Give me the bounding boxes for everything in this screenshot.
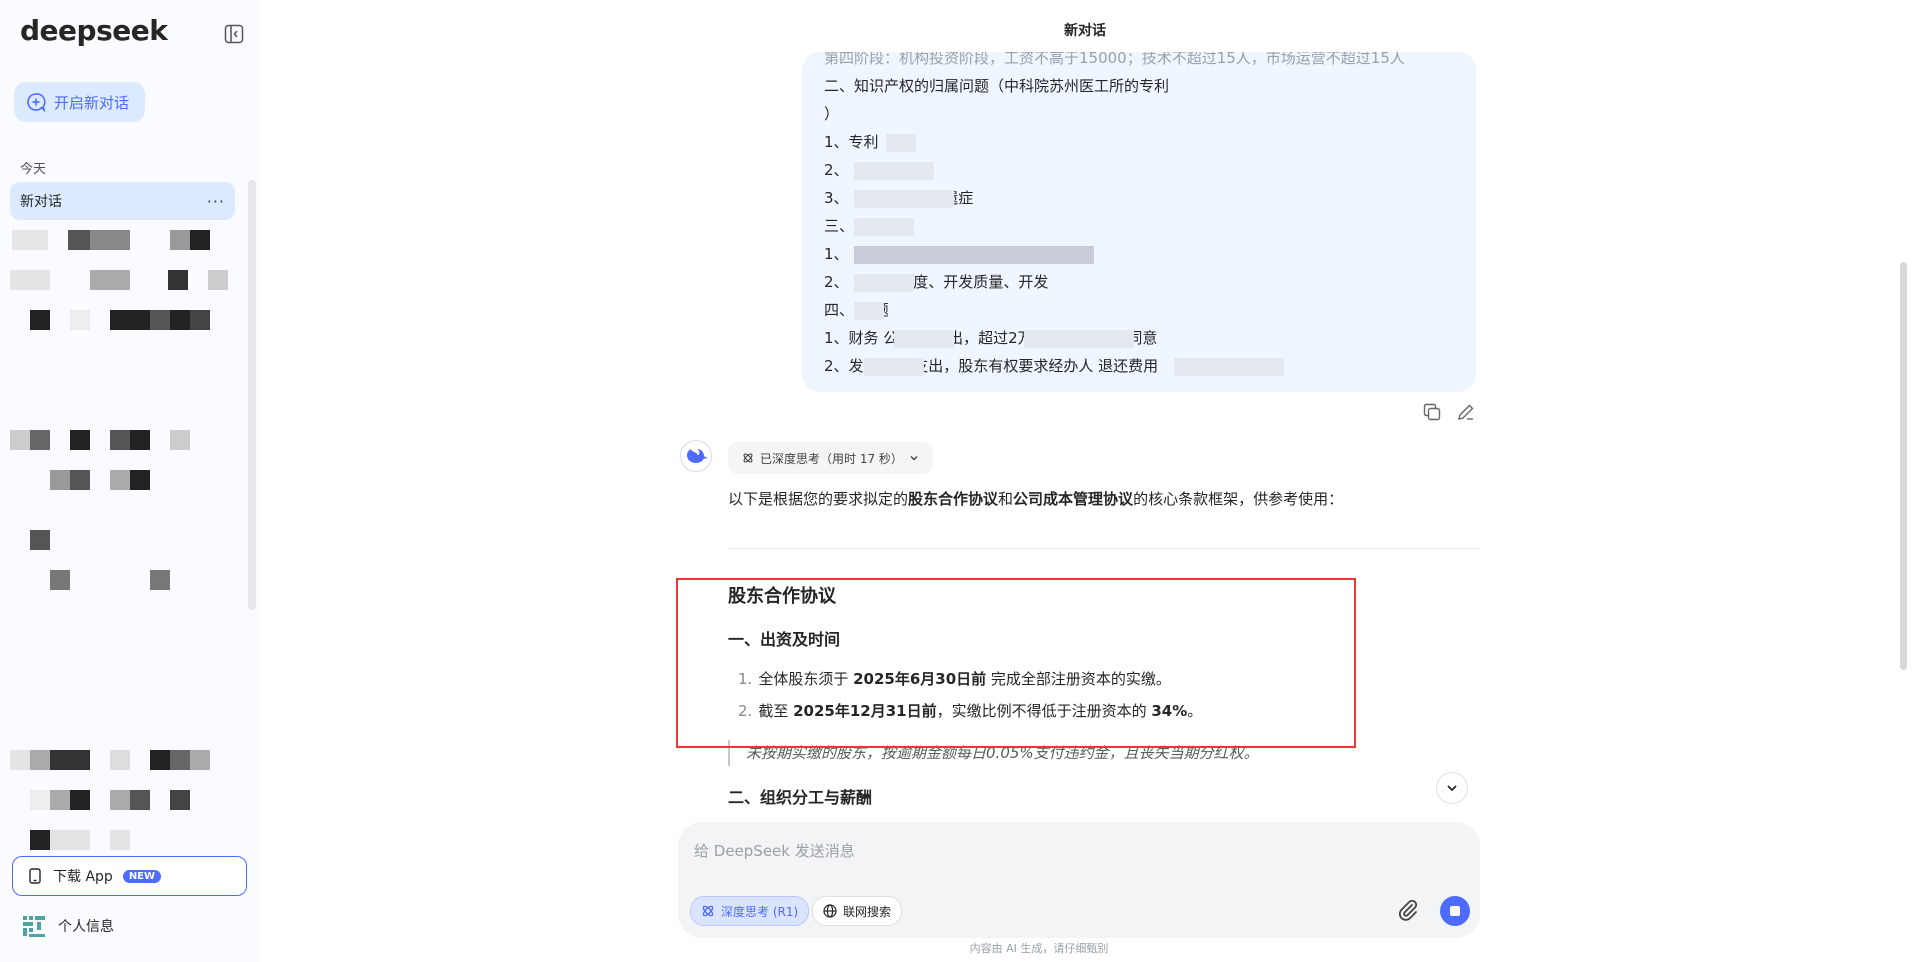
user-message-line: 二、知识产权的归属问题（中科院苏州医工所的专利 xyxy=(824,77,1170,95)
list-item: 1. 全体股东须于 2025年6月30日前 完成全部注册资本的实缴。 xyxy=(738,668,1171,689)
new-badge: NEW xyxy=(122,869,162,883)
chat-history-item-redacted[interactable] xyxy=(30,830,140,850)
user-message-line: 三、 xyxy=(824,212,1476,240)
message-composer: 深度思考 (R1) 联网搜索 xyxy=(678,822,1480,938)
new-chat-label: 开启新对话 xyxy=(54,93,130,112)
chat-history-item-redacted[interactable] xyxy=(10,430,210,450)
doc-heading: 股东合作协议 xyxy=(728,586,836,607)
deep-think-label: 深度思考 (R1) xyxy=(721,904,799,919)
user-message-line: 1、专利 xyxy=(824,128,1476,156)
intro-text: 以下是根据您的要求拟定的 xyxy=(728,490,909,508)
section-today-heading: 今天 xyxy=(20,162,47,177)
list-text: 。 xyxy=(1187,702,1203,720)
stop-generation-button[interactable] xyxy=(1440,896,1470,926)
page-title: 新对话 xyxy=(1064,23,1106,39)
download-app-label: 下载 App xyxy=(53,869,113,885)
web-search-button[interactable]: 联网搜索 xyxy=(812,896,903,926)
user-message-text: 1、专利 xyxy=(824,133,879,151)
section-heading: 一、出资及时间 xyxy=(728,630,841,649)
list-item: 2. 截至 2025年12月31日前，实缴比例不得低于注册资本的 34%。 xyxy=(738,700,1202,721)
user-message-line: 2、 xyxy=(824,156,1476,184)
list-text: 全体股东须于 xyxy=(758,670,854,688)
list-bold-text: 2025年12月31日前 xyxy=(793,702,937,720)
intro-bold-text: 公司成本管理协议 xyxy=(1013,490,1134,508)
user-message-text: 1、 xyxy=(824,245,849,263)
think-duration-label: 已深度思考（用时 17 秒） xyxy=(760,451,903,466)
user-message-line: 1、财务 公司财 支出，超过2万 需要所有股东同意 xyxy=(824,324,1476,352)
chevron-down-icon xyxy=(910,456,918,461)
download-app-button[interactable]: 下载 App NEW xyxy=(12,856,247,896)
sidebar: deepseek 开启新对话 今天 新对话 ··· 下载 App NEW 个人信… xyxy=(0,0,260,962)
edit-icon[interactable] xyxy=(1456,402,1476,422)
new-chat-icon xyxy=(27,93,46,112)
intro-text: 的核心条款框架，供参考使用： xyxy=(1133,490,1344,508)
new-chat-button[interactable]: 开启新对话 xyxy=(14,82,145,122)
user-message-text: 三、 xyxy=(824,217,855,235)
user-message-line: 四、 问题 xyxy=(824,296,1476,324)
list-bold-text: 34% xyxy=(1151,702,1188,720)
chevron-down-icon xyxy=(1447,785,1457,792)
list-number: 1. xyxy=(738,670,753,688)
deep-think-button[interactable]: 深度思考 (R1) xyxy=(690,896,810,926)
profile-button[interactable]: 个人信息 xyxy=(22,914,114,938)
chat-history-item-redacted[interactable] xyxy=(30,790,200,810)
user-message-line: 1、 xyxy=(824,240,1476,268)
chat-history-item-active[interactable]: 新对话 ··· xyxy=(10,182,235,220)
sidebar-scrollbar[interactable] xyxy=(248,180,256,610)
chat-history-item-redacted[interactable] xyxy=(10,750,210,770)
deepseek-logo: deepseek xyxy=(20,14,168,47)
atom-icon xyxy=(743,453,753,463)
user-message-line: ） xyxy=(824,105,840,123)
user-message-bubble: 第四阶段：机构投资阶段，工资不高于15000；技术不超过15人，市场运营不超过1… xyxy=(802,52,1476,392)
ai-disclaimer: 内容由 AI 生成，请仔细甄别 xyxy=(969,942,1109,955)
globe-icon xyxy=(823,904,837,918)
user-message-line: 2、 的开发进度、开发质量、开发 xyxy=(824,268,1476,296)
message-input[interactable] xyxy=(692,838,1396,864)
user-message-line: 3、 不能有产权后遗症 xyxy=(824,184,1476,212)
user-message-line: 第四阶段：机构投资阶段，工资不高于15000；技术不超过15人，市场运营不超过1… xyxy=(824,52,1405,67)
collapse-sidebar-icon[interactable] xyxy=(224,24,244,44)
copy-icon[interactable] xyxy=(1422,402,1442,422)
blockquote: 未按期实缴的股东，按逾期金额每日0.05%支付违约金，且丧失当期分红权。 xyxy=(728,740,1259,766)
chat-history-title: 新对话 xyxy=(20,194,62,210)
more-options-icon[interactable]: ··· xyxy=(207,192,225,211)
paperclip-icon[interactable] xyxy=(1396,898,1420,922)
section-heading: 二、组织分工与薪酬 xyxy=(728,788,873,807)
list-text: ，实缴比例不得低于注册资本的 xyxy=(936,702,1152,720)
assistant-intro: 以下是根据您的要求拟定的股东合作协议和公司成本管理协议的核心条款框架，供参考使用… xyxy=(728,488,1343,509)
intro-text: 和 xyxy=(998,490,1014,508)
chat-history-item-redacted[interactable] xyxy=(30,310,230,330)
phone-icon xyxy=(29,868,41,884)
stop-icon xyxy=(1450,906,1460,916)
divider xyxy=(728,548,1480,549)
deepseek-whale-icon xyxy=(680,440,712,472)
atom-icon xyxy=(702,905,714,917)
user-message-text: 2、 xyxy=(824,161,849,179)
chat-history-item-redacted[interactable] xyxy=(12,230,212,250)
chat-history-item-redacted[interactable] xyxy=(30,530,70,550)
list-text: 截至 xyxy=(758,702,794,720)
intro-bold-text: 股东合作协议 xyxy=(908,490,999,508)
deep-think-toggle[interactable]: 已深度思考（用时 17 秒） xyxy=(728,442,933,474)
chat-history-item-redacted[interactable] xyxy=(50,570,190,590)
user-message-line: 2、发 理账务支出，股东有权要求经办人 退还费用 xyxy=(824,352,1476,380)
list-text: 完成全部注册资本的实缴。 xyxy=(986,670,1171,688)
list-bold-text: 2025年6月30日前 xyxy=(853,670,987,688)
profile-label: 个人信息 xyxy=(58,919,114,935)
avatar xyxy=(23,916,45,937)
chat-history-item-redacted[interactable] xyxy=(10,270,230,290)
main-scrollbar[interactable] xyxy=(1900,262,1907,670)
scroll-to-bottom-button[interactable] xyxy=(1436,772,1468,804)
list-number: 2. xyxy=(738,702,753,720)
chat-history-item-redacted[interactable] xyxy=(50,470,170,490)
web-search-label: 联网搜索 xyxy=(843,904,892,919)
